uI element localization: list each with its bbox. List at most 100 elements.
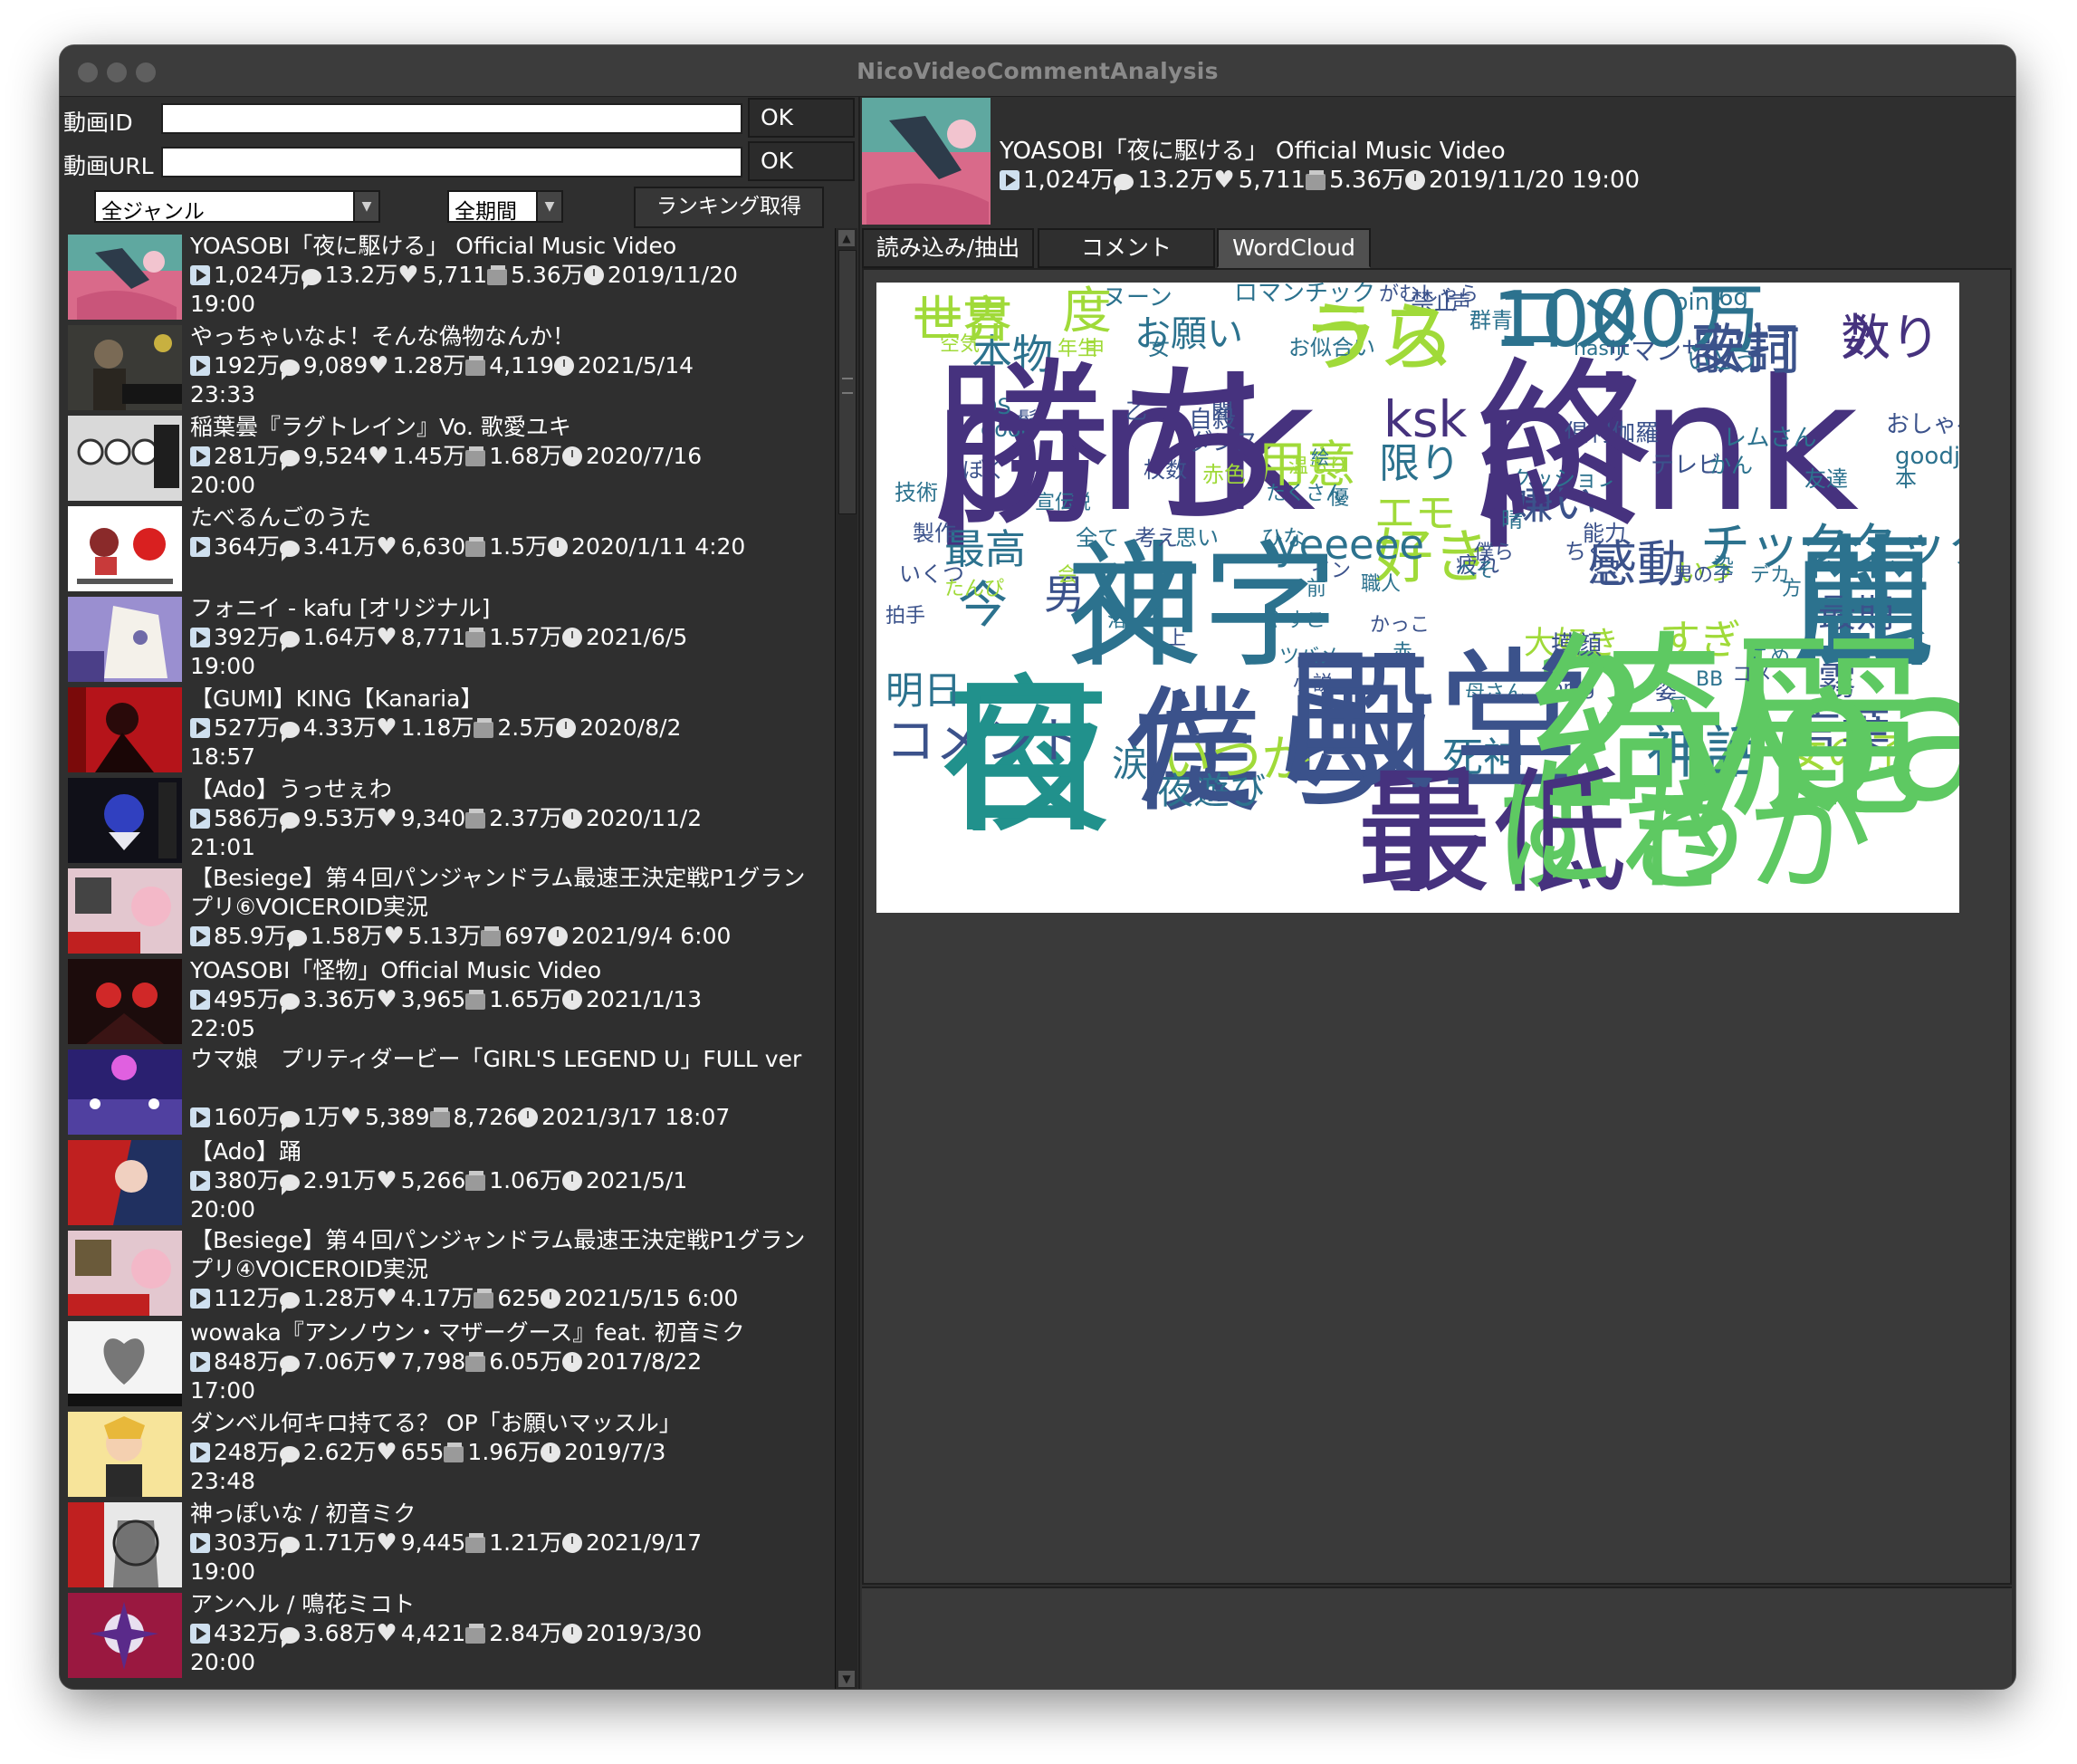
app-window: NicoVideoCommentAnalysis 動画ID OK 動画URL O… [60,45,2015,1689]
heart-icon: ♥ [376,1529,397,1557]
mylist-folder-icon [465,628,486,647]
video-id-field[interactable] [161,103,742,134]
heart-icon: ♥ [376,1348,397,1376]
pane-divider[interactable] [858,96,860,1689]
mylist-folder-icon [481,926,502,946]
video-time: 21:01 [190,834,256,860]
video-stats: 303万 1.71万♥ 9,445 1.21万 2021/9/17 [190,1529,815,1558]
clock-icon [548,537,569,557]
ranking-item-7[interactable]: 【Ado】うっせぇわ 586万 9.53万♥ 9,340 2.37万 2020/11/2 2… [65,775,826,866]
period-select-value: 全期間 [455,200,517,224]
video-thumbnail [68,1321,182,1406]
ranking-item-2[interactable]: やっちゃいなよ！そんな偽物なんか！ 192万 9,089♥ 1.28万 4,119 202… [65,322,826,413]
video-thumbnail [68,597,182,682]
ranking-item-16[interactable]: アンヘル / 鳴花ミコト 432万 3.68万♥ 4,421 2.84万 2019/3/3… [65,1590,826,1681]
heart-icon: ♥ [340,1104,361,1131]
video-title: 【Ado】踊 [190,1138,302,1165]
video-stats: 527万 4.33万♥ 1.18万 2.5万 2020/8/2 [190,714,815,743]
video-stats: 848万 7.06万♥ 7,798 6.05万 2017/8/22 [190,1347,815,1376]
heart-icon: ♥ [376,533,397,561]
video-stats: 495万 3.36万♥ 3,965 1.65万 2021/1/13 [190,985,815,1014]
ranking-item-8[interactable]: 【Besiege】第４回パンジャンドラム最速王決定戦P1グランプリ⑥VOICER… [65,865,826,956]
video-stats: 392万 1.64万♥ 8,771 1.57万 2021/6/5 [190,623,815,652]
video-title: 【Besiege】第４回パンジャンドラム最速王決定戦P1グランプリ④VOICER… [190,1227,806,1282]
mylist-folder-icon [444,1443,464,1462]
video-time: 23:48 [190,1468,256,1494]
scrollbar-thumb[interactable] [838,250,857,514]
video-thumbnail [68,1140,182,1225]
clock-icon [561,990,582,1010]
video-thumbnail [68,959,182,1044]
heart-icon: ♥ [368,352,389,379]
wordcloud-image: pink pink 神曲夜僕画 2 人手すき コメ ラス 歌詞 入り 世界度お願い 本物 ksk 限り用… [876,283,1959,913]
video-stats: 112万 1.28万♥ 4.17万 625 2021/5/15 6:00 [190,1284,815,1313]
ranking-item-5[interactable]: フォニイ - kafu [オリジナル] 392万 1.64万♥ 8,771 1.57万 2… [65,594,826,685]
wordcloud-word: 本 [1895,466,1917,492]
video-title: フォニイ - kafu [オリジナル] [190,595,491,621]
tab-wordcloud[interactable]: WordCloud [1217,228,1371,268]
play-icon [190,990,210,1010]
clock-icon [561,628,582,647]
comment-icon [279,1174,300,1195]
video-time: 20:00 [190,472,256,498]
scroll-up-arrow-icon[interactable]: ▲ [838,230,855,246]
video-stats: 432万 3.68万♥ 4,421 2.84万 2019/3/30 [190,1619,815,1648]
ranking-item-13[interactable]: wowaka『アンノウン・マザーグース』feat. 初音ミク 848万 7.06万♥… [65,1318,826,1409]
selected-video-thumbnail [862,98,991,225]
tab-load-extract[interactable]: 読み込み/抽出 [862,228,1034,268]
ranking-scrollbar[interactable]: ▲ ▼ [835,228,857,1689]
video-id-label: 動画ID [63,110,133,136]
ranking-item-4[interactable]: たべるんごのうた 364万 3.41万♥ 6,630 1.5万 2020/1/11 4:2… [65,503,826,594]
tab-comments[interactable]: コメント [1038,228,1215,268]
video-thumbnail [68,1502,182,1587]
play-icon [190,1352,210,1372]
ranking-item-15[interactable]: 神っぽいな / 初音ミク 303万 1.71万♥ 9,445 1.21万 2021/9/1… [65,1500,826,1590]
genre-select-value: 全ジャンル [101,200,205,224]
ranking-item-14[interactable]: ダンベル何キロ持てる？ OP「お願いマッスル」 248万 2.62万♥ 655 1.96… [65,1409,826,1500]
ranking-item-6[interactable]: 【GUMI】KING【Kanaria】 527万 4.33万♥ 1.18万 2.5万 20… [65,685,826,775]
mylist-folder-icon [465,1352,486,1372]
ranking-list[interactable]: YOASOBI「夜に駆ける」 Official Music Video 1,024… [65,232,831,1689]
genre-select[interactable]: 全ジャンル ▼ [94,190,380,224]
get-ranking-button[interactable]: ランキング取得 [634,187,824,228]
ranking-item-12[interactable]: 【Besiege】第４回パンジャンドラム最速王決定戦P1グランプリ④VOICER… [65,1227,826,1318]
wordcloud-panel: pink pink 神曲夜僕画 2 人手すき コメ ラス 歌詞 入り 世界度お願い 本物 ksk 限り用… [862,268,2012,1585]
play-icon [190,537,210,557]
scroll-down-arrow-icon[interactable]: ▼ [838,1671,855,1687]
clock-icon [561,1624,582,1644]
play-icon [1000,170,1019,190]
video-url-field[interactable] [161,147,742,177]
ranking-item-9[interactable]: YOASOBI「怪物」Official Music Video 495万 3.36万… [65,956,826,1047]
wordcloud-word: 優 [1329,487,1349,510]
video-title: ウマ娘 プリティダービー「GIRL'S LEGEND U」FULL ver [190,1046,802,1072]
clock-icon [541,1289,561,1309]
chevron-down-icon: ▼ [536,190,563,223]
wordcloud-word: 拍手 [885,605,925,628]
ranking-item-10[interactable]: ウマ娘 プリティダービー「GIRL'S LEGEND U」FULL ver 160… [65,1046,826,1137]
video-stats: 281万 9,524♥ 1.45万 1.68万 2020/7/16 [190,442,815,471]
video-title: YOASOBI「怪物」Official Music Video [190,957,602,983]
wordcloud-word: 数 [1841,309,1890,367]
ranking-item-11[interactable]: 【Ado】踊 380万 2.91万♥ 5,266 1.06万 2021/5/1 20:00 [65,1137,826,1228]
video-url-ok-button[interactable]: OK [748,141,855,181]
play-icon [190,1624,210,1644]
comment-icon [279,812,300,833]
wordcloud-word: たんぴ [944,578,1004,600]
selected-video-stats: 1,024万 13.2万♥ 5,711 5.36万 2019/11/20 19:00 [1000,161,1640,195]
play-icon [190,265,210,285]
comment-icon [279,1356,300,1376]
mylist-folder-icon [474,1289,494,1309]
period-select[interactable]: 全期間 ▼ [447,190,563,224]
mylist-folder-icon [465,1533,486,1553]
comment-icon [279,1111,300,1132]
comment-icon [279,1446,300,1467]
video-thumbnail [68,325,182,410]
clock-icon [561,1533,582,1553]
ranking-item-1[interactable]: YOASOBI「夜に駆ける」 Official Music Video 1,024… [65,232,826,322]
mylist-folder-icon [465,446,486,466]
wordcloud-word: 一言 [913,291,1012,349]
ranking-item-3[interactable]: 稲葉曇『ラグトレイン』Vo. 歌愛ユキ 281万 9,524♥ 1.45万 1.68万 2… [65,413,826,503]
wordcloud-word: 安打 [1691,319,1800,382]
comment-icon [279,993,300,1014]
video-id-ok-button[interactable]: OK [748,98,855,138]
